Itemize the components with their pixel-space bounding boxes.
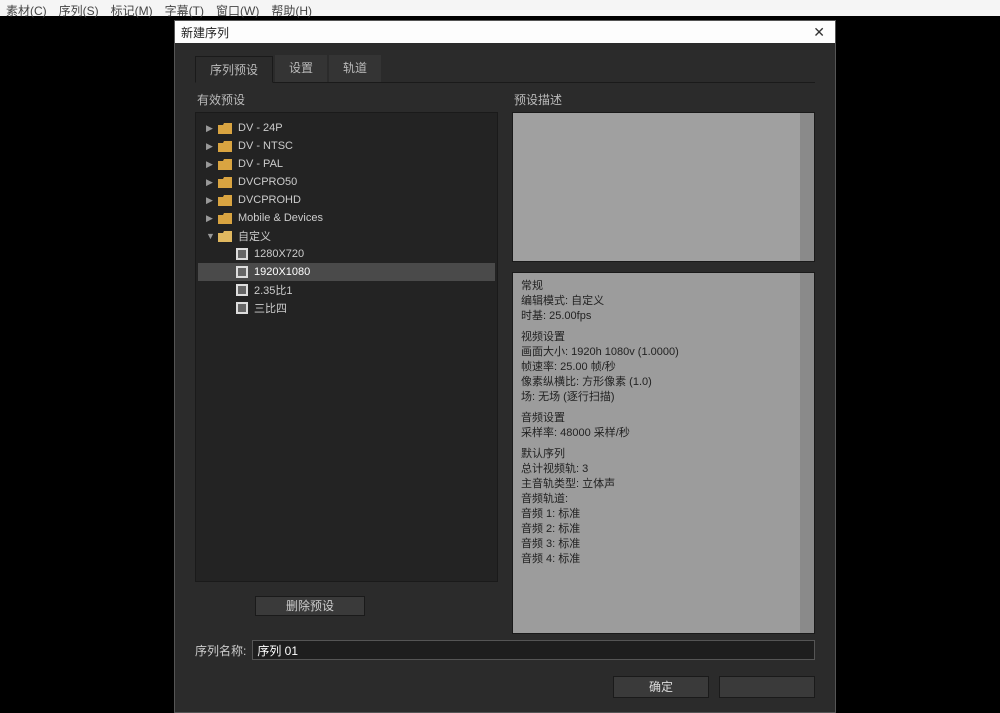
detail-line: 画面大小: 1920h 1080v (1.0000) — [521, 345, 796, 360]
arrow-down-icon: ▼ — [206, 231, 216, 241]
detail-group-title: 常规 — [521, 279, 796, 294]
detail-line: 场: 无场 (逐行扫描) — [521, 390, 796, 405]
tree-preset-label: 三比四 — [254, 300, 287, 316]
preset-icon — [236, 266, 248, 278]
detail-area: 常规 编辑模式: 自定义 时基: 25.00fps 视频设置 画面大小: 192… — [512, 272, 815, 634]
new-sequence-dialog: 新建序列 ✕ 序列预设 设置 轨道 有效预设 ▶ DV - 24P ▶ — [174, 20, 836, 713]
detail-group-general: 常规 编辑模式: 自定义 时基: 25.00fps — [521, 279, 796, 324]
tree-folder[interactable]: ▶ DVCPROHD — [198, 191, 495, 209]
detail-line: 采样率: 48000 采样/秒 — [521, 426, 796, 441]
arrow-right-icon: ▶ — [206, 159, 216, 170]
tree-folder[interactable]: ▶ DV - NTSC — [198, 137, 495, 155]
detail-group-video: 视频设置 画面大小: 1920h 1080v (1.0000) 帧速率: 25.… — [521, 330, 796, 405]
folder-icon — [218, 123, 232, 134]
folder-icon — [218, 141, 232, 152]
preset-icon — [236, 302, 248, 314]
scrollbar[interactable] — [800, 113, 814, 261]
detail-line: 帧速率: 25.00 帧/秒 — [521, 360, 796, 375]
detail-line: 音频 3: 标准 — [521, 537, 796, 552]
tree-preset-label: 2.35比1 — [254, 282, 293, 298]
detail-group-title: 视频设置 — [521, 330, 796, 345]
tree-folder[interactable]: ▶ DV - PAL — [198, 155, 495, 173]
tree-folder[interactable]: ▶ DV - 24P — [198, 119, 495, 137]
tree-preset[interactable]: 三比四 — [198, 299, 495, 317]
tree-folder[interactable]: ▶ Mobile & Devices — [198, 209, 495, 227]
folder-icon — [218, 213, 232, 224]
cancel-button[interactable] — [719, 676, 815, 698]
tree-preset[interactable]: 2.35比1 — [198, 281, 495, 299]
detail-group-title: 音频设置 — [521, 411, 796, 426]
dialog-body: 序列预设 设置 轨道 有效预设 ▶ DV - 24P ▶ DV - NTSC — [175, 43, 835, 712]
description-area — [512, 112, 815, 262]
folder-icon — [218, 177, 232, 188]
dialog-title: 新建序列 — [181, 24, 229, 41]
tab-preset[interactable]: 序列预设 — [195, 56, 273, 83]
tree-preset-label: 1920X1080 — [254, 266, 310, 278]
detail-line: 音频轨道: — [521, 492, 796, 507]
tree-folder-label: 自定义 — [238, 228, 271, 244]
description-label: 预设描述 — [514, 91, 815, 108]
arrow-right-icon: ▶ — [206, 177, 216, 188]
detail-line: 时基: 25.00fps — [521, 309, 796, 324]
presets-tree[interactable]: ▶ DV - 24P ▶ DV - NTSC ▶ DV - PAL — [195, 112, 498, 582]
presets-panel: 有效预设 ▶ DV - 24P ▶ DV - NTSC ▶ — [195, 89, 498, 634]
menubar: 素材(C) 序列(S) 标记(M) 字幕(T) 窗口(W) 帮助(H) — [0, 0, 1000, 16]
detail-line: 主音轨类型: 立体声 — [521, 477, 796, 492]
arrow-right-icon: ▶ — [206, 213, 216, 224]
presets-label: 有效预设 — [197, 91, 498, 108]
tree-preset[interactable]: 1280X720 — [198, 245, 495, 263]
tab-settings[interactable]: 设置 — [275, 55, 327, 82]
arrow-right-icon: ▶ — [206, 195, 216, 206]
preset-icon — [236, 248, 248, 260]
menu-clip[interactable]: 素材(C) — [6, 2, 47, 14]
tree-preset[interactable]: 1920X1080 — [198, 263, 495, 281]
tree-folder-label: DV - 24P — [238, 122, 283, 134]
tree-folder-custom[interactable]: ▼ 自定义 — [198, 227, 495, 245]
detail-line: 总计视频轨: 3 — [521, 462, 796, 477]
arrow-right-icon: ▶ — [206, 141, 216, 152]
tree-folder-label: Mobile & Devices — [238, 212, 323, 224]
tab-tracks[interactable]: 轨道 — [329, 55, 381, 82]
tree-folder-label: DVCPRO50 — [238, 176, 297, 188]
detail-group-default: 默认序列 总计视频轨: 3 主音轨类型: 立体声 音频轨道: 音频 1: 标准 … — [521, 447, 796, 567]
tree-folder[interactable]: ▶ DVCPRO50 — [198, 173, 495, 191]
folder-icon — [218, 159, 232, 170]
detail-group-audio: 音频设置 采样率: 48000 采样/秒 — [521, 411, 796, 441]
ok-button[interactable]: 确定 — [613, 676, 709, 698]
sequence-name-input[interactable] — [252, 640, 815, 660]
folder-icon — [218, 195, 232, 206]
menu-help[interactable]: 帮助(H) — [271, 2, 312, 14]
dialog-buttons: 确定 — [195, 676, 815, 702]
close-icon[interactable]: ✕ — [809, 24, 829, 41]
preset-icon — [236, 284, 248, 296]
tree-folder-label: DV - PAL — [238, 158, 283, 170]
menu-sequence[interactable]: 序列(S) — [59, 2, 99, 14]
detail-line: 编辑模式: 自定义 — [521, 294, 796, 309]
tree-folder-label: DVCPROHD — [238, 194, 301, 206]
sequence-name-label: 序列名称: — [195, 642, 246, 659]
menu-window[interactable]: 窗口(W) — [216, 2, 259, 14]
folder-open-icon — [218, 231, 232, 242]
detail-group-title: 默认序列 — [521, 447, 796, 462]
description-panel: 预设描述 常规 编辑模式: 自定义 时基: 25.00fps 视频设置 画面大小… — [512, 89, 815, 634]
menu-title[interactable]: 字幕(T) — [165, 2, 204, 14]
scrollbar[interactable] — [800, 273, 814, 633]
detail-line: 音频 4: 标准 — [521, 552, 796, 567]
dialog-tabs: 序列预设 设置 轨道 — [195, 55, 815, 83]
delete-preset-button[interactable]: 删除预设 — [255, 596, 365, 616]
tree-folder-label: DV - NTSC — [238, 140, 293, 152]
detail-line: 音频 1: 标准 — [521, 507, 796, 522]
detail-line: 像素纵横比: 方形像素 (1.0) — [521, 375, 796, 390]
sequence-name-row: 序列名称: — [195, 640, 815, 660]
tree-preset-label: 1280X720 — [254, 248, 304, 260]
detail-line: 音频 2: 标准 — [521, 522, 796, 537]
dialog-titlebar: 新建序列 ✕ — [175, 21, 835, 43]
menu-marker[interactable]: 标记(M) — [111, 2, 153, 14]
arrow-right-icon: ▶ — [206, 123, 216, 134]
